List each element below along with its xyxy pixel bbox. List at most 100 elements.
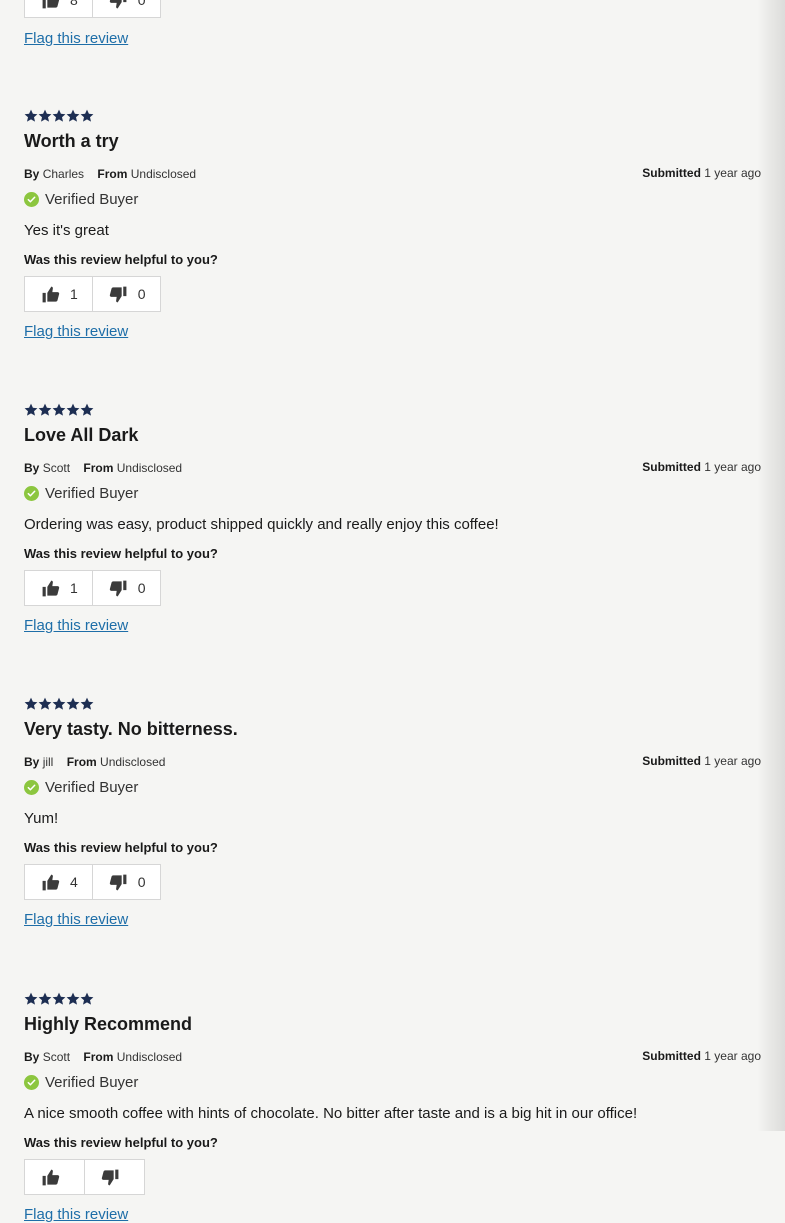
review-submitted: Submitted 1 year ago	[642, 166, 761, 180]
star-icon	[52, 697, 66, 710]
star-icon	[24, 697, 38, 710]
verified-buyer-badge: Verified Buyer	[24, 485, 138, 502]
thumbs-up-icon	[41, 285, 60, 304]
star-icon	[38, 403, 52, 416]
star-icon	[38, 697, 52, 710]
partial-review: 8 0 Flag this review	[24, 0, 161, 48]
helpful-no-button[interactable]: 0	[92, 276, 161, 312]
star-icon	[24, 109, 38, 122]
thumbs-down-icon	[109, 0, 128, 10]
helpful-yes-count: 4	[70, 874, 78, 890]
helpful-yes-count: 1	[70, 286, 78, 302]
review-item: Very tasty. No bitterness. By jill From …	[24, 697, 761, 928]
verified-buyer-label: Verified Buyer	[45, 1074, 139, 1091]
review-item: Worth a try By Charles From Undisclosed …	[24, 109, 761, 340]
helpful-question: Was this review helpful to you?	[24, 840, 218, 855]
verified-buyer-badge: Verified Buyer	[24, 191, 138, 208]
star-rating	[24, 697, 761, 711]
helpful-no-count: 0	[137, 286, 146, 302]
review-item: Love All Dark By Scott From Undisclosed …	[24, 403, 761, 634]
helpful-no-button[interactable]: 0	[92, 570, 161, 606]
helpful-buttons: 4 0	[24, 864, 161, 900]
thumbs-down-icon	[101, 1168, 120, 1187]
star-icon	[66, 109, 80, 122]
review-location: Undisclosed	[100, 755, 166, 769]
submitted-label: Submitted	[642, 754, 701, 768]
review-body: Yum!	[24, 810, 59, 827]
thumbs-up-icon	[41, 873, 60, 892]
star-icon	[80, 697, 94, 710]
page-edge-shadow	[757, 0, 785, 1131]
helpful-yes-button[interactable]: 1	[24, 276, 93, 312]
review-author: Scott	[42, 1050, 71, 1064]
helpful-no-count: 0	[137, 874, 146, 890]
review-title: Worth a try	[24, 131, 119, 151]
helpful-yes-button[interactable]: 1	[24, 570, 93, 606]
thumbs-up-icon	[41, 579, 60, 598]
helpful-yes-count: 8	[70, 0, 78, 8]
helpful-yes-button[interactable]: 8	[24, 0, 93, 18]
star-icon	[66, 697, 80, 710]
helpful-buttons	[24, 1159, 145, 1195]
helpful-question: Was this review helpful to you?	[24, 1135, 218, 1150]
from-label: From	[66, 755, 97, 769]
submitted-date: 1 year ago	[704, 754, 761, 768]
star-icon	[66, 403, 80, 416]
flag-review-link[interactable]: Flag this review	[24, 617, 128, 634]
review-location: Undisclosed	[130, 167, 197, 181]
helpful-no-button[interactable]: 0	[92, 864, 161, 900]
by-label: By	[24, 167, 40, 181]
submitted-date: 1 year ago	[704, 166, 761, 180]
helpful-no-button[interactable]	[85, 1159, 145, 1195]
helpful-question: Was this review helpful to you?	[24, 252, 218, 267]
star-icon	[38, 109, 52, 122]
review-meta: By Scott From Undisclosed	[24, 1050, 182, 1064]
submitted-date: 1 year ago	[704, 460, 761, 474]
flag-review-link[interactable]: Flag this review	[24, 30, 128, 47]
verified-buyer-label: Verified Buyer	[45, 191, 139, 208]
thumbs-up-icon	[41, 0, 60, 10]
flag-review-link[interactable]: Flag this review	[24, 323, 128, 340]
star-icon	[80, 403, 94, 416]
review-author: Scott	[42, 461, 71, 475]
helpful-buttons: 1 0	[24, 276, 161, 312]
from-label: From	[97, 167, 128, 181]
thumbs-down-icon	[109, 873, 128, 892]
review-meta: By Scott From Undisclosed	[24, 461, 182, 475]
thumbs-up-icon	[41, 1168, 60, 1187]
verified-buyer-label: Verified Buyer	[45, 485, 139, 502]
review-location: Undisclosed	[116, 461, 183, 475]
star-icon	[80, 992, 94, 1005]
star-rating	[24, 403, 761, 417]
from-label: From	[83, 1050, 114, 1064]
from-label: From	[83, 461, 114, 475]
star-icon	[52, 109, 66, 122]
helpful-yes-count: 1	[70, 580, 78, 596]
review-author: jill	[42, 755, 54, 769]
flag-review-link[interactable]: Flag this review	[24, 911, 128, 928]
review-body: A nice smooth coffee with hints of choco…	[24, 1105, 638, 1122]
by-label: By	[24, 755, 40, 769]
helpful-yes-button[interactable]: 4	[24, 864, 93, 900]
star-rating	[24, 992, 761, 1006]
star-icon	[24, 403, 38, 416]
review-meta: By jill From Undisclosed	[24, 755, 165, 769]
helpful-no-button[interactable]: 0	[92, 0, 161, 18]
flag-review-link[interactable]: Flag this review	[24, 1206, 128, 1223]
review-body: Ordering was easy, product shipped quick…	[24, 516, 499, 533]
helpful-no-count: 0	[137, 0, 146, 8]
helpful-question: Was this review helpful to you?	[24, 546, 218, 561]
by-label: By	[24, 461, 40, 475]
star-icon	[80, 109, 94, 122]
verified-buyer-label: Verified Buyer	[45, 779, 139, 796]
review-submitted: Submitted 1 year ago	[642, 460, 761, 474]
review-body: Yes it's great	[24, 222, 109, 239]
helpful-yes-button[interactable]	[24, 1159, 85, 1195]
submitted-label: Submitted	[642, 1049, 701, 1063]
verified-buyer-badge: Verified Buyer	[24, 779, 138, 796]
review-title: Very tasty. No bitterness.	[24, 719, 238, 739]
helpful-buttons: 8 0	[24, 0, 161, 18]
review-item: Highly Recommend By Scott From Undisclos…	[24, 992, 761, 1223]
review-location: Undisclosed	[116, 1050, 183, 1064]
star-icon	[52, 992, 66, 1005]
